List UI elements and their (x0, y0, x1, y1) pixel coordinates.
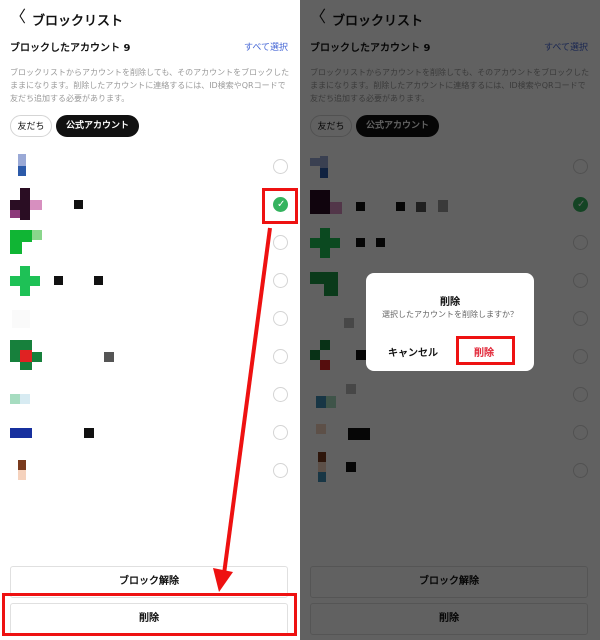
annotation-arrow (213, 227, 272, 592)
